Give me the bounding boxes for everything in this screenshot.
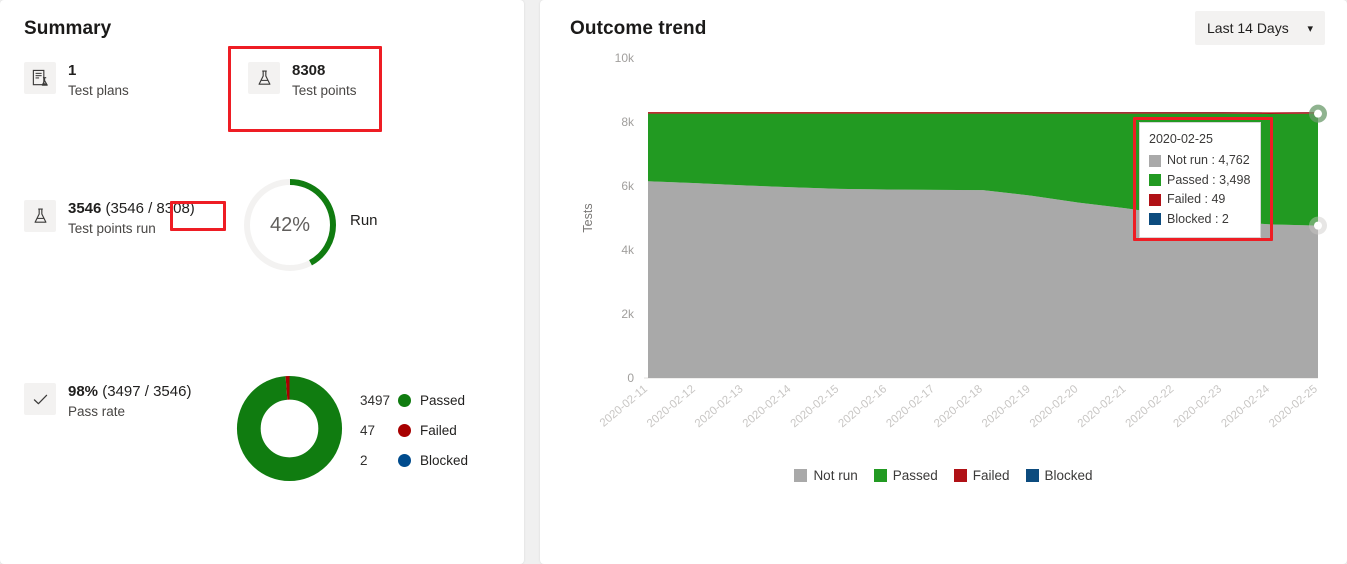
tooltip-label: Blocked : 2 xyxy=(1167,211,1229,226)
x-axis-tick-label: 2020-02-17 xyxy=(884,383,937,430)
tooltip-swatch xyxy=(1149,213,1161,226)
stacked-area-chart[interactable]: 02k4k6k8k10kTests2020-02-112020-02-12202… xyxy=(570,48,1330,508)
chart-legend: Not run Passed Failed Blocked xyxy=(540,468,1347,483)
y-axis-title: Tests xyxy=(581,203,595,232)
data-point-marker[interactable] xyxy=(1314,221,1322,230)
dashboard-page: Summary 1 Test plans 8308 Test points 35… xyxy=(0,0,1347,564)
chart-legend-label: Failed xyxy=(972,468,1010,483)
x-axis-tick-label: 2020-02-13 xyxy=(693,383,746,430)
tooltip-label: Failed : 49 xyxy=(1167,192,1226,207)
donut-legend-label: Blocked xyxy=(420,452,469,468)
trend-plot-area[interactable]: 0 2k 4k 6k 8k 10k Tests 2020-02-11 2020-02-12 202… xyxy=(570,48,1330,508)
chart-legend-item[interactable]: Passed xyxy=(873,468,938,483)
metric-label: Test points run xyxy=(68,220,156,236)
chevron-down-icon: ▾ xyxy=(1307,22,1313,35)
donut-legend-swatch xyxy=(398,453,411,467)
tooltip-swatch xyxy=(1149,174,1161,187)
x-axis-tick-label: 2020-02-14 xyxy=(741,383,794,430)
flask-icon xyxy=(248,62,280,94)
metric-value: 98% xyxy=(68,383,99,400)
metric-value: 1 xyxy=(68,62,77,79)
metric-value: 8308 xyxy=(292,62,326,79)
metric-value-line: 3546 (3546 / 8308) xyxy=(68,200,195,219)
tooltip-row: Failed : 49 xyxy=(1149,190,1251,209)
donut-legend-item: 2 Blocked xyxy=(360,445,468,475)
chart-tooltip: 2020-02-25 Not run : 4,762 Passed : 3,498… xyxy=(1139,122,1261,238)
donut-legend-swatch xyxy=(398,423,411,437)
donut-legend-count: 3497 xyxy=(360,392,391,408)
date-range-label: Last 14 Days xyxy=(1207,20,1289,36)
x-axis-tick-label: 2020-02-22 xyxy=(1124,383,1177,430)
chart-legend-swatch xyxy=(873,469,887,482)
summary-title: Summary xyxy=(24,18,112,39)
chart-legend-swatch xyxy=(1025,469,1039,482)
metric-value-detail: (3546 / 8308) xyxy=(105,200,195,217)
tooltip-date: 2020-02-25 xyxy=(1149,132,1213,146)
donut-legend-item: 47 Failed xyxy=(360,415,468,445)
donut-legend-count: 47 xyxy=(360,422,376,438)
tooltip-label: Not run : 4,762 xyxy=(1167,153,1250,168)
x-axis-tick-label: 2020-02-15 xyxy=(789,383,842,430)
chart-legend-label: Passed xyxy=(892,468,938,483)
metric-test-points: 8308 Test points xyxy=(248,62,357,100)
outcome-donut-chart xyxy=(236,375,343,482)
metric-test-points-run: 3546 (3546 / 8308) Test points run xyxy=(24,200,195,238)
x-axis-tick-label: 2020-02-20 xyxy=(1028,383,1081,430)
chart-legend-swatch xyxy=(794,469,808,482)
y-axis-tick-label: 4k xyxy=(621,243,635,257)
tooltip-rows: Not run : 4,762 Passed : 3,498 Failed : 49… xyxy=(1149,151,1251,229)
flask-icon xyxy=(24,200,56,232)
y-axis-tick-label: 0 xyxy=(627,371,634,385)
chart-legend-item[interactable]: Not run xyxy=(794,468,858,483)
outcome-trend-card: Outcome trend Last 14 Days ▾ 0 2k 4k 6k 8k 10… xyxy=(540,0,1347,564)
x-axis-tick-label: 2020-02-19 xyxy=(980,383,1033,430)
y-axis-tick-label: 2k xyxy=(621,307,635,321)
metric-value-line: 98% (3497 / 3546) xyxy=(68,383,191,402)
y-axis-tick-label: 6k xyxy=(621,179,635,193)
metric-value-detail: (3497 / 3546) xyxy=(102,383,192,400)
metric-label: Test plans xyxy=(68,82,129,98)
metric-label: Pass rate xyxy=(68,403,126,419)
metric-value: 3546 xyxy=(68,200,102,217)
x-axis-tick-label: 2020-02-18 xyxy=(932,383,985,430)
tooltip-row: Passed : 3,498 xyxy=(1149,171,1251,190)
test-plan-icon xyxy=(24,62,56,94)
run-label: Run xyxy=(350,212,378,229)
tooltip-swatch xyxy=(1149,193,1161,206)
donut-legend-swatch xyxy=(398,393,411,407)
metric-label: Test points xyxy=(292,82,357,98)
x-axis-tick-label: 2020-02-12 xyxy=(645,383,698,430)
donut-legend-count: 2 xyxy=(360,452,368,468)
tooltip-label: Passed : 3,498 xyxy=(1167,172,1251,187)
x-axis-tick-label: 2020-02-25 xyxy=(1267,383,1320,430)
tooltip-row: Blocked : 2 xyxy=(1149,210,1251,229)
tooltip-swatch xyxy=(1149,155,1161,168)
donut-legend-item: 3497 Passed xyxy=(360,385,468,415)
summary-card: Summary 1 Test plans 8308 Test points 35… xyxy=(0,0,524,564)
y-axis-tick-label: 10k xyxy=(615,51,635,65)
x-axis-tick-label: 2020-02-24 xyxy=(1219,383,1272,430)
chart-legend-item[interactable]: Failed xyxy=(953,468,1010,483)
chart-legend-label: Not run xyxy=(813,468,858,483)
x-axis-tick-label: 2020-02-23 xyxy=(1171,383,1224,430)
y-axis-tick-label: 8k xyxy=(621,115,635,129)
data-point-marker[interactable] xyxy=(1314,109,1322,118)
metric-pass-rate: 98% (3497 / 3546) Pass rate xyxy=(24,383,191,421)
checkmark-icon xyxy=(24,383,56,415)
donut-legend: 3497 Passed 47 Failed 2 Blocked xyxy=(360,385,468,475)
x-axis-tick-label: 2020-02-11 xyxy=(598,383,650,429)
outcome-trend-title: Outcome trend xyxy=(570,18,707,39)
donut-slice xyxy=(236,375,343,482)
chart-legend-label: Blocked xyxy=(1044,468,1093,483)
run-percent-label: 42% xyxy=(269,213,311,236)
tooltip-row: Not run : 4,762 xyxy=(1149,151,1251,170)
donut-legend-label: Passed xyxy=(420,392,466,408)
x-axis-tick-label: 2020-02-21 xyxy=(1076,383,1129,430)
chart-legend-item[interactable]: Blocked xyxy=(1025,468,1093,483)
chart-legend-swatch xyxy=(953,469,967,482)
date-range-dropdown[interactable]: Last 14 Days ▾ xyxy=(1195,11,1325,45)
metric-test-plans: 1 Test plans xyxy=(24,62,129,100)
x-axis-tick-label: 2020-02-16 xyxy=(836,383,889,430)
donut-legend-label: Failed xyxy=(420,422,457,438)
